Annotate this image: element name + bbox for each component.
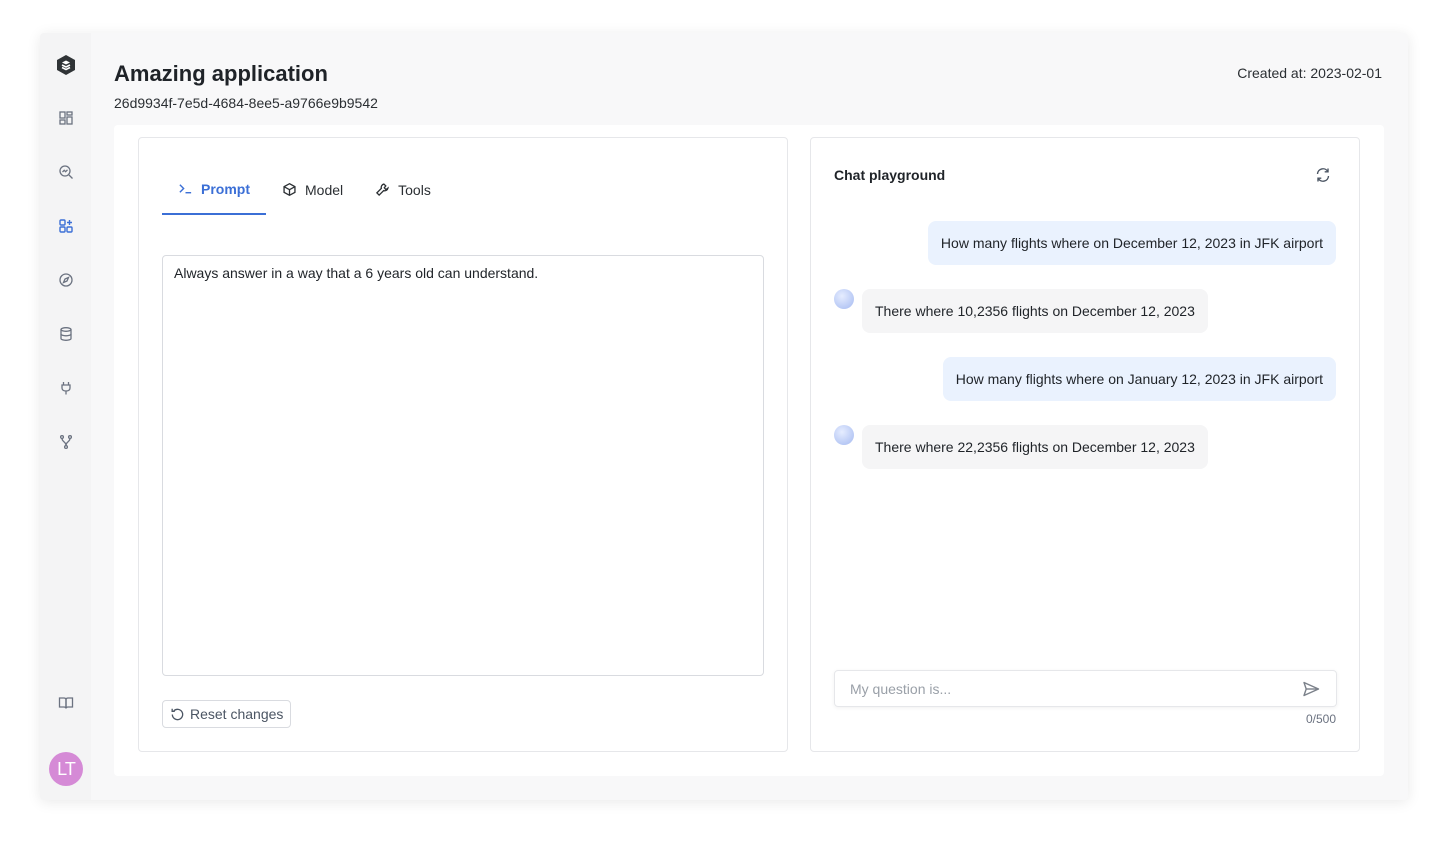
plug-icon[interactable]	[55, 377, 77, 399]
chat-input-box	[834, 670, 1337, 707]
bot-message: There where 22,2356 flights on December …	[862, 425, 1208, 469]
editor-tabs: Prompt Model Tools	[162, 164, 447, 215]
tab-prompt-label: Prompt	[201, 180, 250, 197]
editor-panel: Prompt Model Tools Always answer in a wa…	[138, 137, 788, 752]
cube-icon	[283, 182, 296, 197]
created-date: Created at: 2023-02-01	[1237, 65, 1382, 81]
book-icon[interactable]	[55, 692, 77, 714]
dashboard-icon[interactable]	[55, 107, 77, 129]
reset-icon	[171, 708, 184, 720]
compass-icon[interactable]	[55, 269, 77, 291]
search-analytics-icon[interactable]	[55, 161, 77, 183]
app-id: 26d9934f-7e5d-4684-8ee5-a9766e9b9542	[114, 95, 378, 111]
wrench-icon	[376, 183, 390, 197]
stack-logo-icon[interactable]	[54, 53, 78, 77]
user-message: How many flights where on January 12, 20…	[942, 357, 1336, 401]
bot-message: There where 10,2356 flights on December …	[862, 289, 1208, 333]
app-window: LT Amazing application 26d9934f-7e5d-468…	[40, 33, 1408, 800]
tab-model[interactable]: Model	[266, 164, 359, 215]
tab-tools[interactable]: Tools	[359, 164, 447, 215]
sidebar: LT	[40, 33, 91, 800]
page-title: Amazing application	[114, 61, 328, 86]
chat-input[interactable]	[850, 680, 1301, 697]
database-icon[interactable]	[55, 323, 77, 345]
main-content: Prompt Model Tools Always answer in a wa…	[114, 125, 1384, 776]
apps-add-icon[interactable]	[55, 215, 77, 237]
tab-tools-label: Tools	[398, 181, 431, 198]
prompt-textarea[interactable]: Always answer in a way that a 6 years ol…	[162, 255, 764, 676]
chat-panel: Chat playground How many flights where o…	[810, 137, 1360, 752]
bot-avatar	[834, 289, 854, 309]
avatar[interactable]: LT	[49, 752, 83, 786]
reset-changes-button[interactable]: Reset changes	[162, 700, 292, 728]
tab-prompt[interactable]: Prompt	[162, 164, 266, 215]
reset-changes-label: Reset changes	[190, 706, 284, 722]
refresh-icon[interactable]	[1314, 166, 1332, 184]
character-counter: 0/500	[1305, 712, 1336, 726]
bot-avatar	[834, 425, 854, 445]
chat-title: Chat playground	[834, 167, 946, 183]
user-message: How many flights where on December 12, 2…	[927, 221, 1336, 265]
git-fork-icon[interactable]	[55, 431, 77, 453]
send-icon[interactable]	[1301, 679, 1321, 699]
terminal-icon	[179, 184, 192, 194]
tab-model-label: Model	[305, 181, 344, 198]
